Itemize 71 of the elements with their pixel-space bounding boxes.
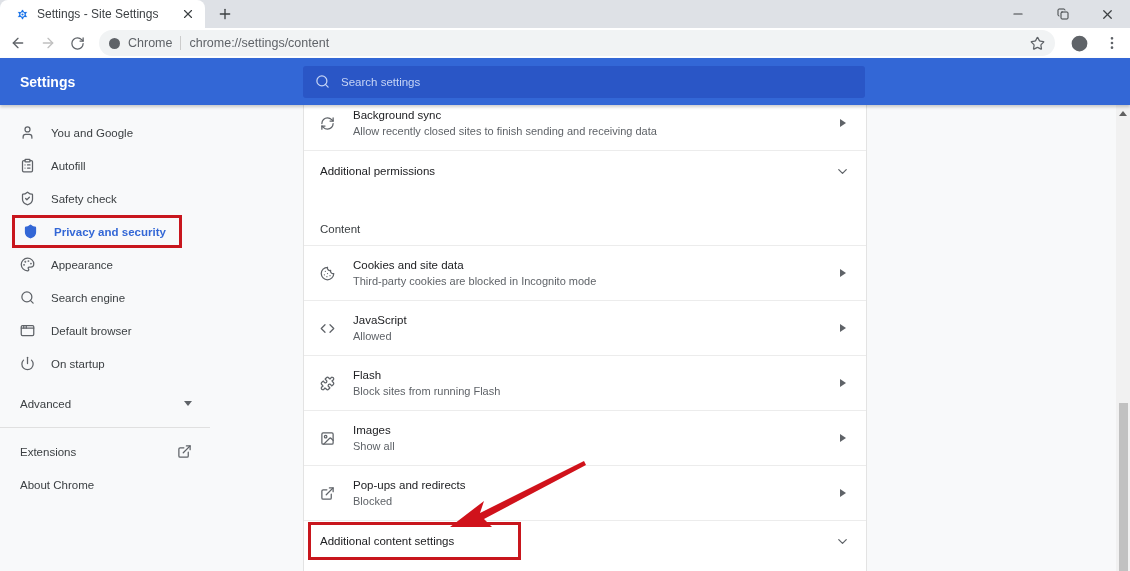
palette-icon <box>20 257 35 272</box>
site-icon <box>109 37 120 49</box>
caret-icon <box>840 269 846 277</box>
row-subtitle: Block sites from running Flash <box>353 385 502 397</box>
external-link-icon <box>320 485 335 501</box>
row-title: Cookies and site data <box>353 259 465 271</box>
row-title: Pop-ups and redirects <box>353 479 467 491</box>
row-subtitle: Show all <box>353 440 396 452</box>
caret-icon <box>184 401 192 406</box>
cookie-icon <box>320 265 335 281</box>
external-link-icon <box>177 444 192 459</box>
row-subtitle: Allow recently closed sites to finish sending and receiving data <box>353 125 658 137</box>
address-bar[interactable]: Chrome chrome://settings/content <box>99 30 1055 56</box>
row-title: Images <box>353 424 392 436</box>
row-subtitle: Allowed <box>353 330 393 342</box>
settings-row[interactable]: JavaScript Allowed <box>304 301 866 356</box>
caret-icon <box>840 434 846 442</box>
search-icon <box>315 73 330 89</box>
row-title: JavaScript <box>353 314 408 326</box>
caret-icon <box>840 119 846 127</box>
scrollbar[interactable] <box>1116 105 1130 571</box>
sidebar-item[interactable]: Default browser <box>0 314 210 347</box>
scrollbar-thumb[interactable] <box>1118 403 1128 571</box>
back-icon[interactable] <box>10 35 26 51</box>
row-title: Background sync <box>353 109 443 121</box>
sidebar-item[interactable]: Search engine <box>0 281 210 314</box>
puzzle-icon <box>320 375 335 391</box>
header-title: Settings <box>19 73 77 90</box>
profile-icon[interactable] <box>1069 32 1090 54</box>
caret-icon <box>840 489 846 497</box>
tab-title: Settings - Site Settings <box>37 7 160 21</box>
reload-icon[interactable] <box>70 35 85 51</box>
clipboard-icon <box>20 158 35 173</box>
browser-window-icon <box>20 323 35 338</box>
sidebar-link[interactable]: Extensions <box>0 435 210 468</box>
power-icon <box>20 356 35 371</box>
search-icon <box>20 290 35 305</box>
settings-row[interactable]: Cookies and site data Third-party cookies are blocked in Incognito mode <box>304 246 866 301</box>
shield-check-icon <box>20 191 35 206</box>
url-text: chrome://settings/content <box>189 36 330 50</box>
sidebar-item[interactable]: On startup <box>0 347 210 380</box>
advanced-section[interactable]: Advanced <box>0 387 210 420</box>
sidebar-item[interactable]: Privacy and security <box>12 215 182 248</box>
row-title: Flash <box>353 369 383 381</box>
site-label: Chrome <box>128 36 173 50</box>
sidebar-item[interactable]: Safety check <box>0 182 210 215</box>
expander-row[interactable]: Additional content settings <box>304 521 866 561</box>
close-icon[interactable] <box>181 7 195 21</box>
person-icon <box>20 125 35 140</box>
row-subtitle: Third-party cookies are blocked in Incognito mode <box>353 275 598 287</box>
row-subtitle: Blocked <box>353 495 394 507</box>
caret-icon <box>840 324 846 332</box>
sidebar-link[interactable]: About Chrome <box>0 468 210 501</box>
caret-icon <box>840 379 846 387</box>
search-field[interactable]: Search settings <box>303 65 865 98</box>
section-heading: Content <box>320 223 361 235</box>
image-icon <box>320 430 335 446</box>
gear-icon <box>16 7 29 21</box>
browser-tab[interactable]: Settings - Site Settings <box>0 0 205 28</box>
sync-icon <box>320 115 335 131</box>
expander-row[interactable]: Additional permissions <box>304 151 866 191</box>
settings-row[interactable]: Images Show all <box>304 411 866 466</box>
settings-row[interactable]: Background sync Allow recently closed sites to finish sending and receiving data <box>304 105 866 151</box>
scroll-up-icon[interactable] <box>1119 110 1127 116</box>
shield-icon <box>23 224 38 239</box>
sidebar-item[interactable]: Autofill <box>0 149 210 182</box>
sidebar-item[interactable]: Appearance <box>0 248 210 281</box>
sidebar-item[interactable]: You and Google <box>0 116 210 149</box>
star-icon[interactable] <box>1030 35 1045 51</box>
new-tab-icon[interactable] <box>217 6 233 22</box>
settings-row[interactable]: Flash Block sites from running Flash <box>304 356 866 411</box>
